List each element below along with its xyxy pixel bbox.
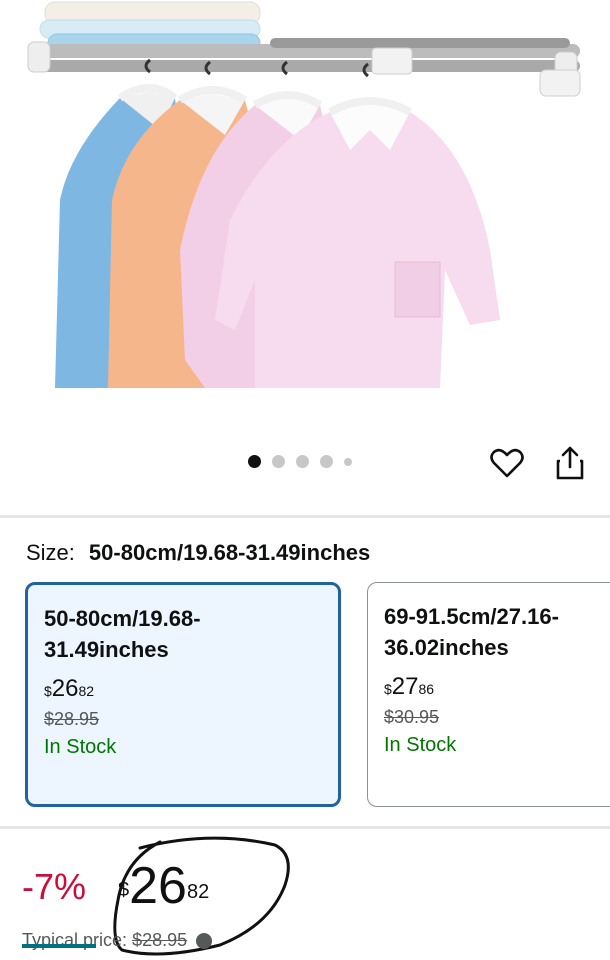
price-symbol: $ <box>44 683 52 699</box>
size-option-list-price: $30.95 <box>384 707 440 727</box>
size-option-69-91cm[interactable]: 69-91.5cm/27.16- 36.02inches $2786 $30.9… <box>367 582 610 807</box>
size-selector-header: Size: 50-80cm/19.68-31.49inches <box>26 540 370 566</box>
product-image[interactable] <box>0 0 610 420</box>
product-photo <box>27 1 581 388</box>
price-cents: 82 <box>78 683 95 699</box>
size-option-price: $2786 <box>384 673 610 701</box>
discount-percent: -7% <box>22 866 87 907</box>
share-button[interactable] <box>554 445 586 481</box>
pager-dot-2[interactable] <box>272 455 285 468</box>
price-whole: 26 <box>129 857 187 915</box>
pager-dot-4[interactable] <box>320 455 333 468</box>
typical-price-value: $28.95 <box>132 930 188 950</box>
price-symbol: $ <box>384 681 392 697</box>
section-divider <box>0 826 610 829</box>
size-option-name-line1: 69-91.5cm/27.16- <box>384 604 559 629</box>
size-option-name-line1: 50-80cm/19.68- <box>44 606 201 631</box>
size-option-name-line2: 31.49inches <box>44 637 169 662</box>
favorite-button[interactable] <box>490 447 524 479</box>
heart-icon <box>490 448 524 478</box>
price-cents: 86 <box>418 681 435 697</box>
price-whole: 26 <box>51 675 79 702</box>
typical-price-underline <box>22 944 96 948</box>
size-option-stock: In Stock <box>384 734 457 756</box>
share-icon <box>556 446 584 480</box>
size-option-stock: In Stock <box>44 736 117 758</box>
current-price: $2682 <box>118 856 209 916</box>
size-option-price: $2682 <box>44 675 322 703</box>
price-symbol: $ <box>118 879 130 901</box>
pager-dot-1[interactable] <box>248 455 261 468</box>
size-option-list-price: $28.95 <box>44 709 100 729</box>
size-label: Size: <box>26 540 75 565</box>
price-cents: 82 <box>186 881 210 903</box>
section-divider <box>0 515 610 518</box>
size-option-name: 69-91.5cm/27.16- 36.02inches <box>384 601 610 663</box>
pager-dot-5[interactable] <box>344 457 352 466</box>
price-whole: 27 <box>391 673 419 700</box>
size-option-name: 50-80cm/19.68- 31.49inches <box>44 603 304 665</box>
size-option-50-80cm[interactable]: 50-80cm/19.68- 31.49inches $2682 $28.95 … <box>25 582 341 807</box>
pager-dot-3[interactable] <box>296 455 309 468</box>
size-selected-value: 50-80cm/19.68-31.49inches <box>88 540 371 565</box>
image-pager[interactable] <box>248 455 352 468</box>
size-option-name-line2: 36.02inches <box>384 635 509 660</box>
info-icon[interactable] <box>196 933 213 950</box>
